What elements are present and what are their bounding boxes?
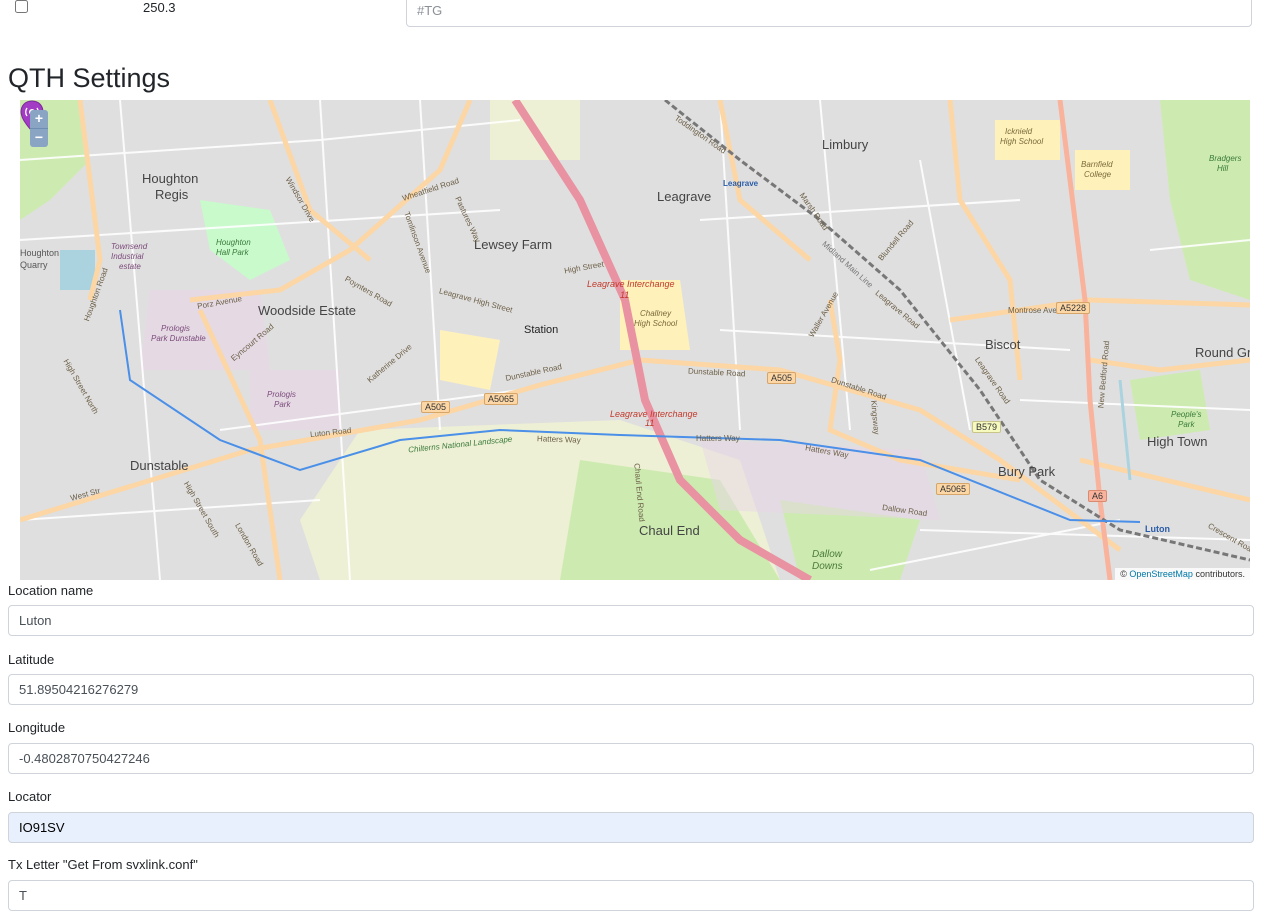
latitude-label: Latitude <box>8 652 55 667</box>
place-label: High School <box>634 319 678 328</box>
place-label: Barnfield <box>1081 160 1113 169</box>
zoom-controls: + − <box>30 110 48 147</box>
place-label: Quarry <box>20 260 48 270</box>
place-label: College <box>1084 170 1112 179</box>
place-label: Leagrave <box>723 179 759 188</box>
place-label: Industrial <box>111 252 144 261</box>
tx-letter-input[interactable] <box>8 880 1254 911</box>
place-label: Park <box>274 400 291 409</box>
place-label: Bury Park <box>998 464 1056 479</box>
road-shield: B579 <box>972 421 1002 433</box>
junction-label: 11 <box>645 418 655 428</box>
place-label: Prologis <box>161 324 190 333</box>
frequency-value: 250.3 <box>143 0 176 15</box>
locator-label: Locator <box>8 789 52 804</box>
map-attribution: © OpenStreetMap contributors. <box>1115 568 1250 580</box>
place-label: Round Gre <box>1195 345 1250 360</box>
place-label: Woodside Estate <box>258 303 357 318</box>
road-label: Hatters Way <box>696 434 740 443</box>
road-shield: A5065 <box>484 393 519 405</box>
place-label: Houghton <box>20 248 60 258</box>
place-label: Hall Park <box>216 248 249 257</box>
place-label: Chaul End <box>639 523 700 538</box>
place-label: Downs <box>812 561 843 572</box>
junction-label: 11 <box>620 290 630 300</box>
place-label: People's <box>1171 410 1202 419</box>
place-label: Dallow <box>812 549 843 560</box>
place-label: Dunstable <box>130 458 189 473</box>
road-shield: A505 <box>767 372 797 384</box>
place-label: Prologis <box>267 390 296 399</box>
previous-row: 250.3 <box>0 0 1265 40</box>
tx-letter-label: Tx Letter "Get From svxlink.conf" <box>8 857 198 872</box>
place-label: Park <box>1178 420 1195 429</box>
road-shield: A5065 <box>936 483 971 495</box>
locator-input[interactable] <box>8 812 1254 843</box>
place-label: Lewsey Farm <box>474 237 553 252</box>
zoom-in-button[interactable]: + <box>30 110 48 129</box>
place-label: Biscot <box>985 337 1021 352</box>
place-label: Leagrave Interchange <box>587 279 675 289</box>
place-label: Icknield <box>1005 127 1033 136</box>
place-label: estate <box>119 262 141 271</box>
place-label: Houghton <box>142 171 199 186</box>
place-label: Hill <box>1217 164 1229 173</box>
place-label: Challney <box>640 309 672 318</box>
openstreetmap-link[interactable]: OpenStreetMap <box>1129 569 1193 579</box>
station-marker-label: Station <box>524 324 559 336</box>
attribution-suffix: contributors. <box>1195 569 1245 579</box>
place-label: Park Dunstable <box>151 334 206 343</box>
place-label: Limbury <box>822 137 869 152</box>
location-name-label: Location name <box>8 583 94 598</box>
place-label: Townsend <box>111 242 148 251</box>
road-shield: A505 <box>421 401 451 413</box>
place-label: Bradgers <box>1209 154 1242 163</box>
place-label: Luton <box>1145 524 1170 534</box>
longitude-input[interactable] <box>8 743 1254 774</box>
section-title: QTH Settings <box>8 63 171 93</box>
row-checkbox[interactable] <box>15 0 28 13</box>
location-name-input[interactable] <box>8 605 1254 636</box>
road-shield: A5228 <box>1056 302 1091 314</box>
latitude-input[interactable] <box>8 674 1254 705</box>
place-label: High Town <box>1147 434 1208 449</box>
longitude-label: Longitude <box>8 720 66 735</box>
place-label: High School <box>1000 137 1044 146</box>
place-label: Houghton <box>216 238 251 247</box>
zoom-out-button[interactable]: − <box>30 129 48 147</box>
place-label: Leagrave <box>657 189 712 204</box>
attribution-prefix: © <box>1120 569 1127 579</box>
place-label: Regis <box>155 187 189 202</box>
qth-map[interactable]: + − Houghton Regis Limbury Leagrave Lews… <box>20 100 1250 580</box>
tg-input[interactable] <box>406 0 1252 27</box>
road-label: Hatters Way <box>536 434 581 445</box>
road-shield: A6 <box>1088 490 1108 502</box>
